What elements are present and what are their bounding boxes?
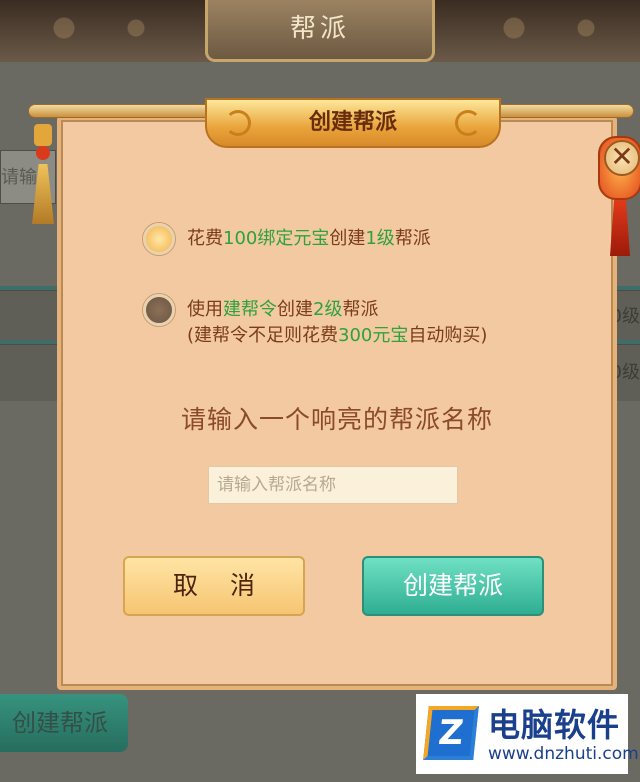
- cloud-ornament-icon: [10, 8, 190, 48]
- close-icon: ✕: [610, 140, 634, 173]
- option-label: 使用建帮令创建2级帮派 (建帮令不足则花费300元宝自动购买): [187, 297, 487, 349]
- option-highlight: 建帮令: [223, 299, 277, 320]
- option-note: (建帮令不足则花费: [187, 325, 339, 346]
- cancel-button[interactable]: 取 消: [123, 556, 305, 616]
- option-text: 创建: [277, 299, 313, 320]
- create-guild-button[interactable]: 创建帮派: [362, 556, 544, 616]
- swirl-ornament-icon: [455, 110, 481, 136]
- name-prompt: 请输入一个响亮的帮派名称: [180, 405, 493, 434]
- swirl-ornament-icon: [225, 110, 251, 136]
- watermark-title: 电脑软件: [488, 706, 621, 744]
- bg-create-guild-button: 创建帮派: [0, 694, 128, 752]
- watermark: Z 电脑软件 www.dnzhuti.com: [416, 694, 639, 774]
- dialog-title: 创建帮派: [308, 110, 397, 135]
- option-note: 自动购买): [408, 325, 488, 346]
- option-text: 使用: [187, 299, 223, 320]
- cloud-ornament-icon: [460, 8, 640, 48]
- option-highlight: 2级: [313, 299, 343, 320]
- site-logo-icon: Z: [423, 706, 479, 760]
- watermark-url: www.dnzhuti.com: [488, 744, 639, 764]
- guild-name-input[interactable]: [208, 466, 458, 504]
- option-text: 帮派: [394, 228, 431, 249]
- option-spend-bound-ingot[interactable]: 花费100绑定元宝创建1级帮派: [143, 223, 431, 255]
- tassel-icon: [32, 114, 54, 224]
- close-button[interactable]: ✕: [604, 140, 640, 176]
- bg-page-title: 帮派: [205, 0, 435, 62]
- option-label: 花费100绑定元宝创建1级帮派: [187, 226, 431, 252]
- option-highlight: 100绑定元宝: [223, 228, 330, 249]
- radio-unselected[interactable]: [143, 294, 175, 326]
- option-text: 花费: [187, 228, 223, 249]
- option-text: 帮派: [342, 299, 379, 320]
- option-use-guild-token[interactable]: 使用建帮令创建2级帮派 (建帮令不足则花费300元宝自动购买): [143, 294, 487, 349]
- radio-selected[interactable]: [143, 223, 175, 255]
- option-text: 创建: [329, 228, 366, 249]
- option-highlight: 300元宝: [338, 325, 409, 346]
- option-highlight: 1级: [365, 228, 395, 249]
- dialog-title-plate: 创建帮派: [205, 98, 501, 148]
